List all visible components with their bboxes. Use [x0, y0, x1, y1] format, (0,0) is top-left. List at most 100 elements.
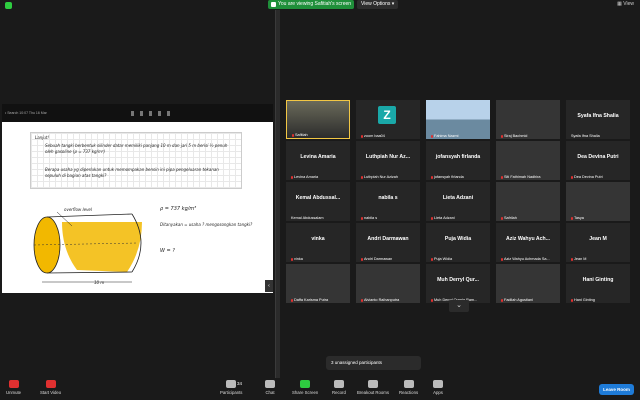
muted-mic-icon: [431, 216, 433, 220]
label-work: W = ?: [160, 248, 175, 254]
muted-mic-icon: [361, 134, 363, 138]
muted-mic-icon: [571, 298, 573, 302]
participant-name: Daffa Karisma Putra: [294, 298, 329, 302]
muted-mic-icon: [501, 216, 503, 220]
participant-display-name: Kemal Abdussal...: [295, 195, 341, 201]
participant-display-name: Andri Darmawan: [367, 236, 409, 242]
lasso-tool-icon: [148, 110, 152, 116]
color-tool-icon: [166, 110, 170, 116]
participant-tile[interactable]: Dea Devina Putri Dea Devina Putri: [566, 141, 630, 180]
view-options-button[interactable]: View Options ▾: [357, 0, 399, 9]
participant-name: Tasya: [574, 216, 584, 220]
participant-name-label: Safitiah: [292, 133, 308, 137]
participant-tile[interactable]: Alvianto Raihanputra: [356, 264, 420, 303]
participant-tile[interactable]: Puja Widia Puja Widia: [426, 223, 490, 262]
participant-name-label: Dea Devina Putri: [571, 175, 603, 179]
participant-tile[interactable]: Tasya: [566, 182, 630, 221]
participant-tile[interactable]: Fahima Nazmi: [426, 100, 490, 139]
participant-name-label: Lieta Adzani: [431, 216, 455, 220]
participant-name-label: Aziz Wahyu Achmada Sa...: [501, 257, 550, 261]
participant-display-name: Levina Amaria: [300, 154, 336, 160]
record-button[interactable]: Record: [332, 380, 346, 395]
participant-tile[interactable]: Aziz Wahyu Ach... Aziz Wahyu Achmada Sa..…: [496, 223, 560, 262]
participant-name-label: jofansyah firlanda: [431, 175, 464, 179]
participant-name-label: Safrilah: [501, 216, 517, 220]
participant-tile[interactable]: Levina Amaria Levina Amaria: [286, 141, 350, 180]
apps-button[interactable]: Apps: [433, 380, 443, 395]
muted-mic-icon: [501, 298, 503, 302]
participant-tile[interactable]: Muh Derryl Qur...Muh Derryl Qurnia Ram..…: [426, 264, 490, 303]
chat-icon: [265, 380, 275, 388]
top-bar: You are viewing Safitiah's screen View O…: [0, 0, 640, 10]
participant-tile[interactable]: Lieta Adzani Lieta Adzani: [426, 182, 490, 221]
participant-tile[interactable]: nabila s nabila s: [356, 182, 420, 221]
participant-tile[interactable]: Andri Darmawan Andri Darmawan: [356, 223, 420, 262]
chevron-down-icon[interactable]: ⌄: [449, 300, 469, 312]
participant-name: nabila s: [364, 216, 378, 220]
participant-display-name: Lieta Adzani: [442, 195, 474, 201]
collapse-arrow-icon[interactable]: ‹: [265, 280, 273, 292]
view-options-label: View Options: [361, 1, 391, 7]
participant-name-label: Hani Ginting: [571, 298, 595, 302]
participant-name: Luthpiah Nur Azizah: [364, 175, 398, 179]
participant-tile[interactable]: Fadilah Agustiani: [496, 264, 560, 303]
participant-tile[interactable]: Hani Ginting Hani Ginting: [566, 264, 630, 303]
participant-tile[interactable]: Kemal Abdussal... Kemal Abdussalam: [286, 182, 350, 221]
participant-tile[interactable]: Safrilah: [496, 182, 560, 221]
leave-room-button[interactable]: Leave Room: [599, 384, 634, 395]
participant-tile[interactable]: vinka vinka: [286, 223, 350, 262]
participant-name: Fahima Nazmi: [434, 134, 459, 138]
participant-tile[interactable]: Siti Fathimah Nadhira: [496, 141, 560, 180]
muted-mic-icon: [571, 216, 573, 220]
chat-button[interactable]: Chat: [265, 380, 275, 395]
muted-mic-icon: [431, 298, 433, 302]
participant-name: Kemal Abdussalam: [291, 216, 324, 220]
shared-app-toolbar: • Search 10:07 Thu 16 Mar: [2, 104, 273, 122]
video-off-icon: [45, 380, 56, 388]
participant-name-label: Jean M: [571, 257, 586, 261]
participant-tile[interactable]: Zzoom baa04: [356, 100, 420, 139]
muted-mic-icon: [431, 257, 433, 261]
reactions-button[interactable]: Reactions: [399, 380, 418, 395]
participant-name-label: zoom baa04: [361, 134, 385, 138]
participant-name-label: vinka: [291, 257, 303, 261]
share-screen-button[interactable]: Share Screen: [292, 380, 318, 395]
participant-name-label: Siti Fathimah Nadhira: [501, 175, 541, 179]
record-label: Record: [332, 390, 346, 395]
security-shield-icon[interactable]: [5, 2, 12, 9]
participant-name: vinka: [294, 257, 303, 261]
breakout-rooms-icon: [368, 380, 378, 388]
participant-tile[interactable]: jofansyah firlanda jofansyah firlanda: [426, 141, 490, 180]
participant-display-name: Hani Ginting: [582, 277, 614, 283]
participant-name: Syafa Ifna Shalia: [571, 134, 600, 138]
participant-tile[interactable]: Jean M Jean M: [566, 223, 630, 262]
view-button[interactable]: ▦ View: [617, 1, 634, 7]
participant-name: Dea Devina Putri: [574, 175, 603, 179]
participant-name-label: Puja Widia: [431, 257, 452, 261]
breakout-rooms-button[interactable]: Breakout Rooms: [357, 380, 389, 395]
chat-label: Chat: [265, 390, 275, 395]
participant-name-label: Andri Darmawan: [361, 257, 392, 261]
start-video-button[interactable]: Start Video: [40, 380, 61, 395]
muted-mic-icon: [501, 175, 503, 179]
participant-name: Hani Ginting: [574, 298, 595, 302]
participant-tile[interactable]: Siraj Bachmid: [496, 100, 560, 139]
participant-name-label: Daffa Karisma Putra: [291, 298, 328, 302]
participant-name: Lieta Adzani: [434, 216, 455, 220]
participant-name: zoom baa04: [364, 134, 385, 138]
participant-display-name: Jean M: [589, 236, 607, 242]
participant-tile[interactable]: Luthpiah Nur Az... Luthpiah Nur Azizah: [356, 141, 420, 180]
participant-tile[interactable]: Syafa Ifna Shalia Syafa Ifna Shalia: [566, 100, 630, 139]
muted-mic-icon: [361, 298, 363, 302]
share-screen-label: Share Screen: [292, 390, 319, 395]
participant-name: Aziz Wahyu Achmada Sa...: [504, 257, 550, 261]
gallery-view: Safitiah Zzoom baa04 Fahima Nazmi Siraj Bac…: [280, 96, 640, 316]
participant-tile[interactable]: Safitiah: [286, 100, 350, 139]
unmute-button[interactable]: Unmute: [6, 380, 21, 395]
participant-name-label: nabila s: [361, 216, 377, 220]
start-video-label: Start Video: [40, 390, 62, 395]
participant-tile[interactable]: Daffa Karisma Putra: [286, 264, 350, 303]
participant-name-label: Alvianto Raihanputra: [361, 298, 399, 302]
unassigned-participants[interactable]: 3 unassigned participants: [326, 356, 421, 370]
pen-tool-icon: [130, 110, 134, 116]
